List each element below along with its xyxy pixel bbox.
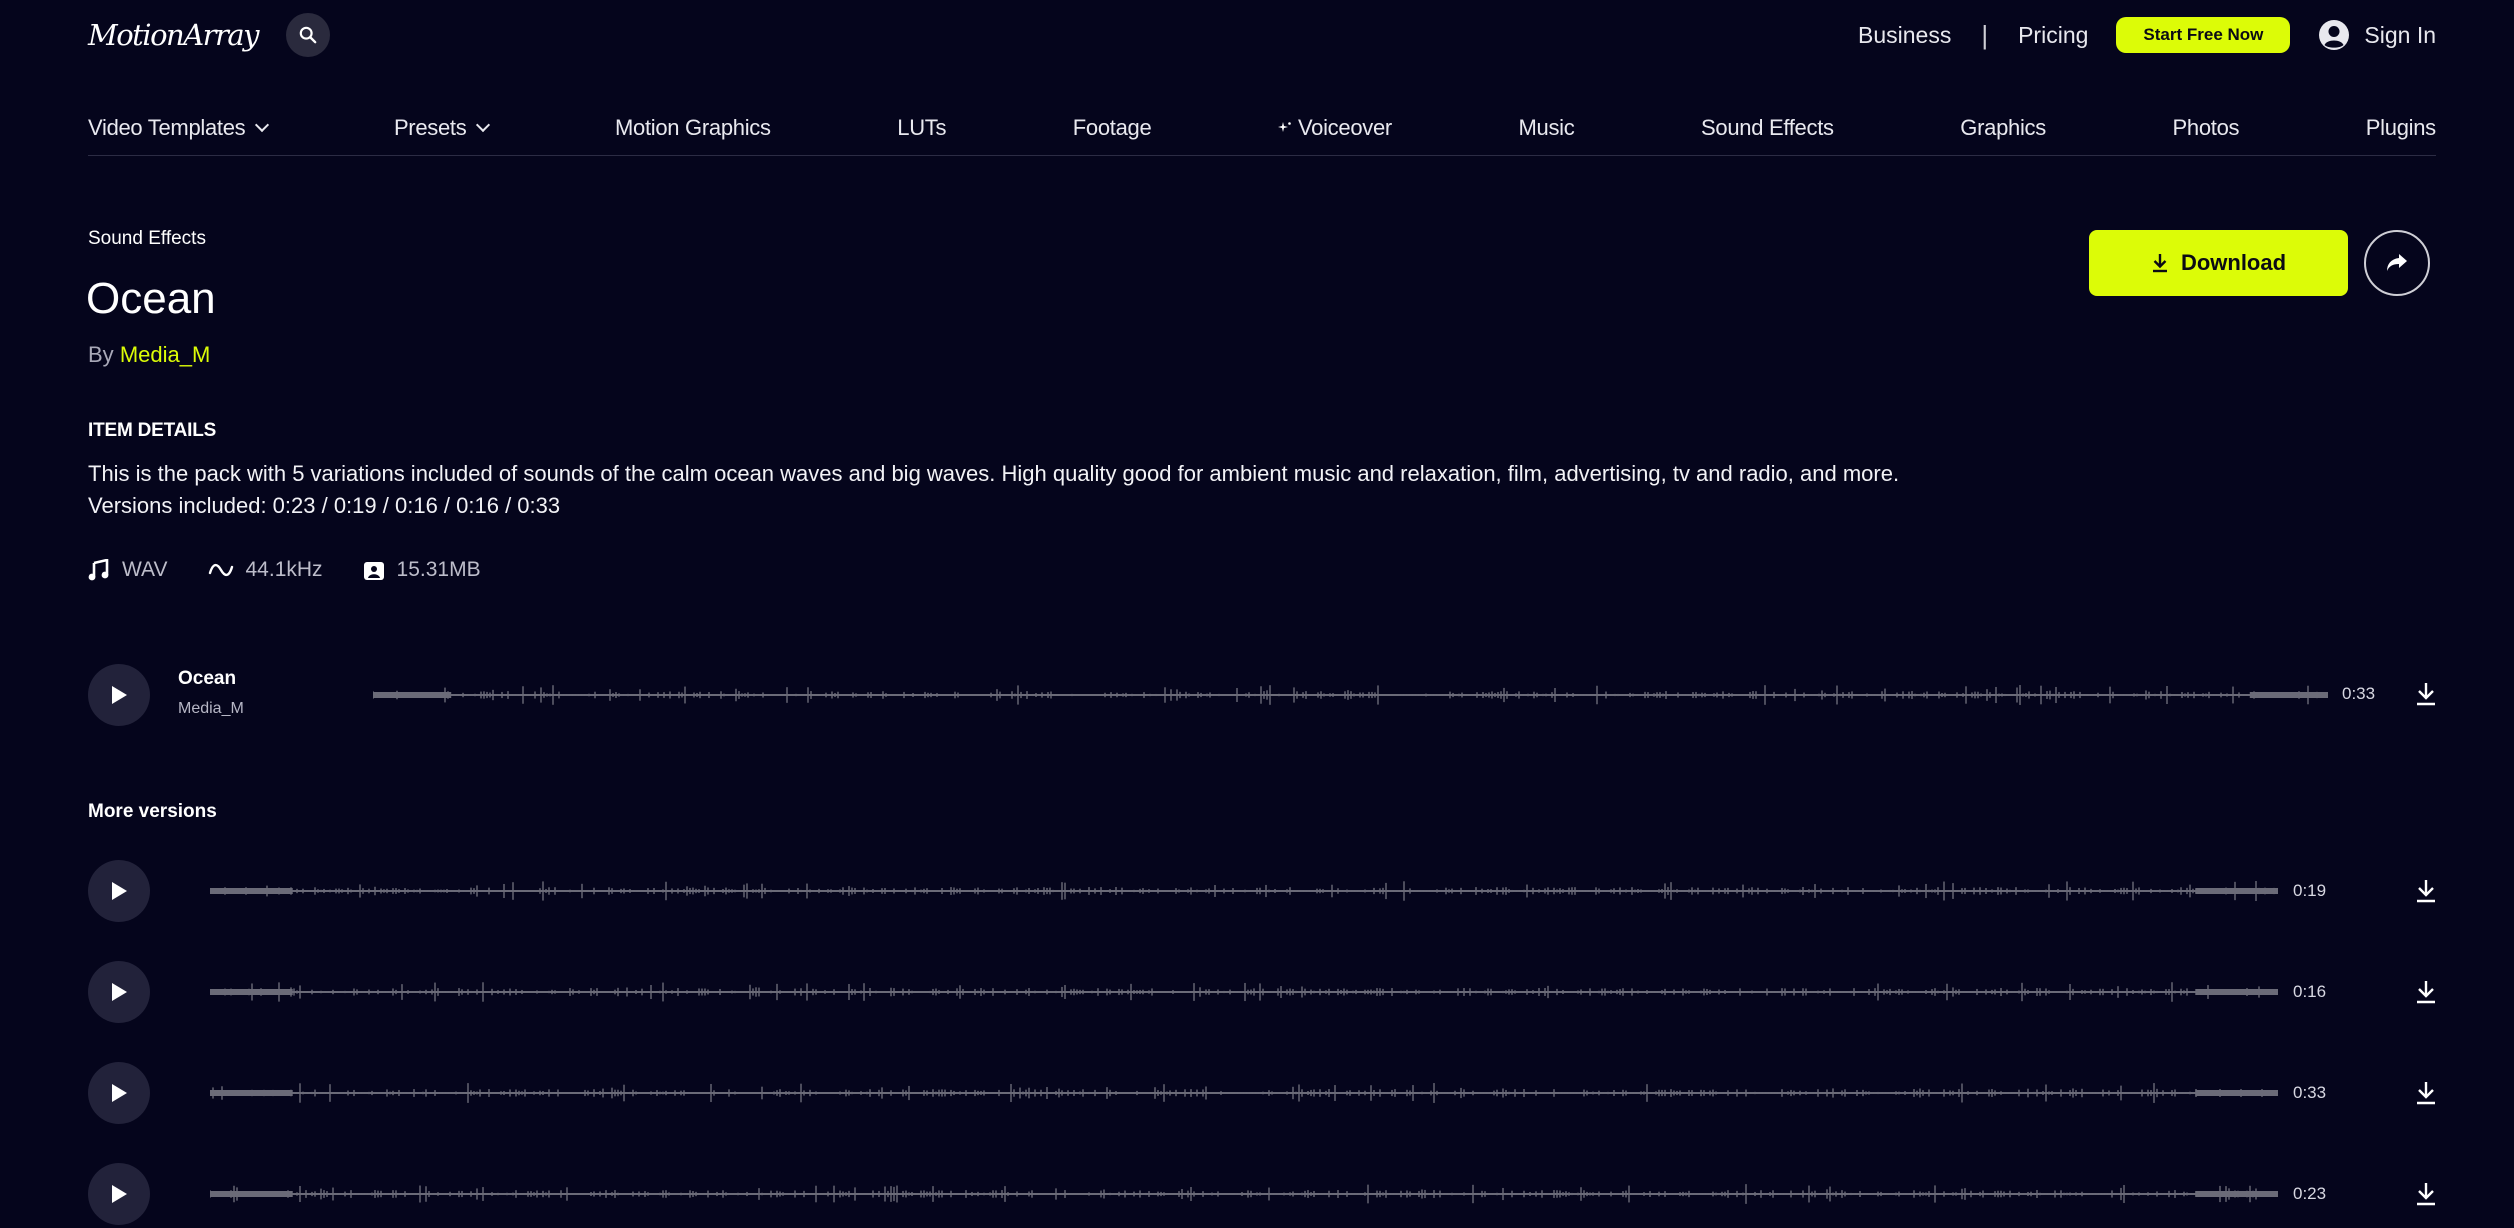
play-icon (112, 686, 127, 704)
more-versions-heading: More versions (88, 801, 217, 822)
track-artist[interactable]: Media_M (178, 700, 244, 718)
main-track: Ocean Media_M 0:33 (88, 664, 2438, 726)
download-icon[interactable] (2414, 1080, 2438, 1106)
versions-line: Versions included: 0:23 / 0:19 / 0:16 / … (88, 493, 561, 518)
file-meta: WAV 44.1kHz 15.31MB (88, 558, 521, 582)
author-link[interactable]: Media_M (120, 342, 210, 367)
play-button[interactable] (88, 1062, 150, 1124)
description-line: This is the pack with 5 variations inclu… (88, 461, 1900, 486)
play-button[interactable] (88, 860, 150, 922)
play-icon (112, 1185, 127, 1203)
nav-item-video-templates[interactable]: Video Templates (88, 114, 270, 141)
download-button[interactable]: Download (2089, 230, 2348, 296)
download-icon[interactable] (2414, 878, 2438, 904)
nav-label: Video Templates (88, 114, 246, 140)
pricing-link[interactable]: Pricing (2018, 22, 2088, 49)
track-title: Ocean (178, 668, 237, 689)
download-icon[interactable] (2414, 979, 2438, 1005)
by-prefix: By (88, 342, 114, 367)
track-duration: 0:33 (2342, 684, 2376, 703)
sample-rate-label: 44.1kHz (245, 558, 323, 581)
page: MotionArray Business | Pricing Start Fre… (0, 0, 2514, 1228)
play-icon (112, 983, 127, 1001)
logo[interactable]: MotionArray (88, 18, 260, 52)
wave-icon (208, 563, 233, 577)
nav-label: Motion Graphics (615, 114, 771, 140)
nav-label: Sound Effects (1701, 114, 1834, 140)
waveform[interactable] (210, 1078, 2278, 1108)
download-label: Download (2180, 250, 2287, 275)
top-bar: MotionArray Business | Pricing Start Fre… (88, 10, 2436, 60)
byline: By Media_M (88, 342, 210, 368)
waveform[interactable] (210, 1179, 2278, 1209)
nav-label: Photos (2172, 114, 2240, 140)
waveform[interactable] (210, 977, 2278, 1007)
search-icon (299, 26, 317, 44)
waveform[interactable] (210, 876, 2278, 906)
nav-label: Presets (393, 114, 467, 140)
breadcrumb[interactable]: Sound Effects (88, 228, 206, 250)
download-icon (2152, 254, 2167, 273)
version-row: 0:23 (88, 1163, 2438, 1227)
nav-item-motion-graphics[interactable]: Motion Graphics (615, 115, 771, 141)
nav-item-graphics[interactable]: Graphics (1960, 115, 2046, 141)
nav-item-presets[interactable]: Presets (393, 114, 491, 141)
play-button[interactable] (88, 664, 150, 726)
chevron-down-icon (476, 117, 491, 132)
nav-item-sound-effects[interactable]: Sound Effects (1701, 115, 1834, 141)
nav-item-luts[interactable]: LUTs (897, 115, 946, 141)
file-size-label: 15.31MB (396, 558, 481, 581)
download-icon[interactable] (2414, 681, 2438, 707)
play-button[interactable] (88, 961, 150, 1023)
version-duration: 0:16 (2293, 982, 2327, 1001)
version-duration: 0:33 (2293, 1083, 2327, 1102)
version-duration: 0:23 (2293, 1184, 2327, 1203)
chevron-down-icon (255, 117, 270, 132)
search-button[interactable] (286, 13, 331, 57)
share-button[interactable] (2364, 230, 2430, 296)
item-details-heading: ITEM DETAILS (88, 420, 217, 441)
format-label: WAV (122, 558, 168, 581)
file-size-icon (363, 562, 384, 580)
version-duration: 0:19 (2293, 881, 2327, 900)
format-meta: WAV (88, 558, 168, 582)
music-note-icon (88, 559, 109, 581)
nav-item-footage[interactable]: Footage (1073, 115, 1152, 141)
play-button[interactable] (88, 1163, 150, 1225)
nav-item-voiceover[interactable]: Voiceover (1278, 115, 1392, 141)
user-icon (2319, 20, 2350, 50)
play-icon (112, 882, 127, 900)
nav-label: Music (1518, 114, 1575, 140)
business-link[interactable]: Business (1858, 22, 1951, 49)
divider: | (1981, 19, 1989, 50)
nav-label: LUTs (897, 114, 947, 140)
item-description: This is the pack with 5 variations inclu… (88, 458, 2088, 522)
top-right-links: Business | Pricing Start Free Now Sign I… (1858, 17, 2436, 53)
nav-item-photos[interactable]: Photos (2173, 115, 2240, 141)
nav-label: Plugins (2365, 114, 2436, 140)
nav-label: Footage (1072, 114, 1152, 140)
download-icon[interactable] (2414, 1181, 2438, 1207)
sample-rate-meta: 44.1kHz (208, 558, 323, 582)
sign-in-label: Sign In (2364, 21, 2436, 48)
start-free-button[interactable]: Start Free Now (2116, 17, 2291, 53)
share-icon (2387, 254, 2407, 271)
category-nav: Video Templates Presets Motion Graphics LUT… (88, 104, 2436, 156)
page-title: Ocean (86, 274, 216, 323)
sign-in-link[interactable]: Sign In (2318, 19, 2436, 51)
nav-label: Graphics (1960, 114, 2046, 140)
nav-label: Voiceover (1298, 114, 1392, 140)
nav-item-music[interactable]: Music (1519, 115, 1575, 141)
sparkle-icon (1278, 121, 1291, 132)
version-row: 0:16 (88, 961, 2438, 1025)
version-row: 0:19 (88, 860, 2438, 924)
nav-item-plugins[interactable]: Plugins (2366, 115, 2436, 141)
play-icon (112, 1084, 127, 1102)
waveform[interactable] (373, 680, 2328, 710)
file-size-meta: 15.31MB (363, 558, 481, 582)
version-row: 0:33 (88, 1062, 2438, 1126)
